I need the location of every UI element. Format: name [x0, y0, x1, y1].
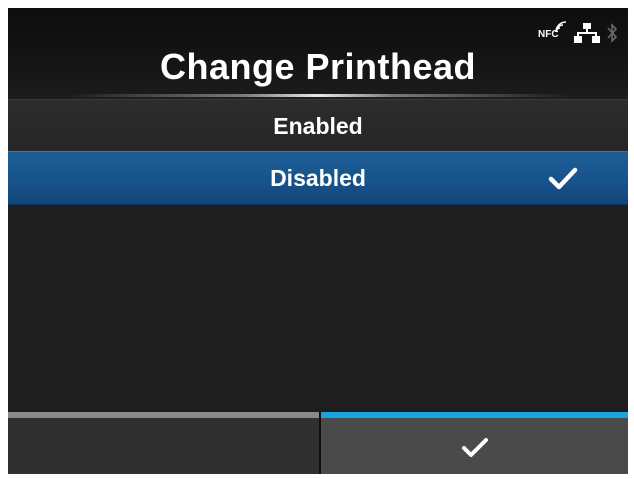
page-title: Change Printhead — [159, 46, 477, 87]
nfc-icon: NFC — [538, 21, 568, 42]
nfc-waves-icon — [555, 21, 567, 33]
header: Change Printhead NFC — [8, 8, 628, 97]
checkmark-icon — [548, 167, 578, 190]
status-icons: NFC — [538, 21, 618, 46]
bluetooth-icon — [607, 23, 618, 43]
checkmark-icon — [461, 438, 488, 457]
option-disabled[interactable]: Disabled — [8, 151, 628, 205]
printer-display: Change Printhead NFC Enabled Disabled — [8, 8, 628, 474]
softkey-left[interactable] — [8, 412, 319, 474]
option-label: Enabled — [273, 112, 363, 139]
ok-softkey[interactable] — [321, 412, 628, 474]
wired-network-icon — [574, 23, 600, 43]
title-underline — [68, 94, 568, 97]
option-label: Disabled — [270, 164, 366, 191]
option-enabled[interactable]: Enabled — [8, 99, 628, 153]
